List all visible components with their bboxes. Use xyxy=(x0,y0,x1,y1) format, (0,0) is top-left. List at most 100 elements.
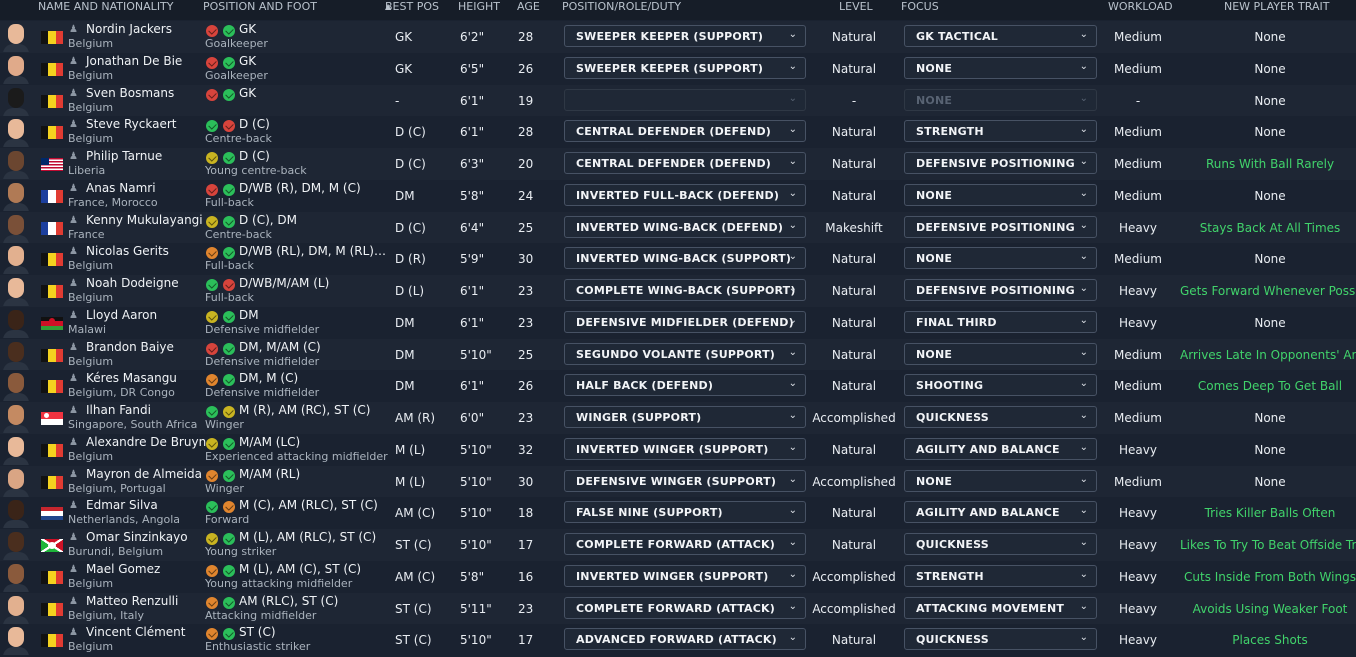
role-duty-dropdown[interactable]: DEFENSIVE MIDFIELDER (DEFEND) ⌄ xyxy=(564,310,806,333)
table-row[interactable]: ♟ Omar Sinzinkayo Burundi, Belgium M (L), A… xyxy=(0,529,1356,561)
col-trait[interactable]: NEW PLAYER TRAIT xyxy=(1224,0,1329,14)
focus-dropdown[interactable]: QUICKNESS ⌄ xyxy=(904,533,1097,555)
role-duty-dropdown[interactable]: FALSE NINE (SUPPORT) ⌄ xyxy=(564,501,806,524)
role-duty-dropdown[interactable]: CENTRAL DEFENDER (DEFEND) ⌄ xyxy=(564,120,806,143)
role-duty-dropdown[interactable]: SWEEPER KEEPER (SUPPORT) ⌄ xyxy=(564,25,806,47)
role-duty-dropdown[interactable]: COMPLETE FORWARD (ATTACK) ⌄ xyxy=(564,533,806,555)
new-player-trait[interactable]: Tries Killer Balls Often xyxy=(1180,506,1356,520)
table-row[interactable]: ♟ Noah Dodeigne Belgium D/WB/M/AM (L) Full-b… xyxy=(0,275,1356,307)
focus-dropdown[interactable]: DEFENSIVE POSITIONING ⌄ xyxy=(904,279,1097,301)
player-name[interactable]: Matteo Renzulli xyxy=(86,594,178,608)
new-player-trait[interactable]: Stays Back At All Times xyxy=(1180,221,1356,235)
role-duty-dropdown[interactable]: COMPLETE WING-BACK (SUPPORT) ⌄ xyxy=(564,279,806,301)
player-name[interactable]: Vincent Clément xyxy=(86,625,185,639)
table-row[interactable]: ♟ Alexandre De Bruyn Belgium M/AM (LC) Exper… xyxy=(0,433,1356,466)
new-player-trait[interactable]: Avoids Using Weaker Foot xyxy=(1180,602,1356,616)
table-row[interactable]: ♟ Kéres Masangu Belgium, DR Congo DM, M (C)… xyxy=(0,370,1356,402)
col-role[interactable]: POSITION/ROLE/DUTY xyxy=(562,0,681,14)
player-name[interactable]: Philip Tarnue xyxy=(86,149,162,163)
new-player-trait[interactable]: Arrives Late In Opponents' Area xyxy=(1180,348,1356,362)
role-duty-dropdown[interactable]: SEGUNDO VOLANTE (SUPPORT) ⌄ xyxy=(564,342,806,365)
player-name[interactable]: Omar Sinzinkayo xyxy=(86,530,188,544)
table-row[interactable]: ♟ Nordin Jackers Belgium GK Goalkeeper GK 6'2"… xyxy=(0,21,1356,53)
table-row[interactable]: ♟ Mael Gomez Belgium M (L), AM (C), ST (C) Y… xyxy=(0,560,1356,593)
table-row[interactable]: ♟ Vincent Clément Belgium ST (C) Enthusiasti… xyxy=(0,624,1356,656)
player-name[interactable]: Kenny Mukulayangi xyxy=(86,213,203,227)
focus-dropdown[interactable]: DEFENSIVE POSITIONING ⌄ xyxy=(904,215,1097,238)
role-duty-dropdown[interactable]: COMPLETE FORWARD (ATTACK) ⌄ xyxy=(564,596,806,619)
table-row[interactable]: ♟ Sven Bosmans Belgium GK - 6'1" 19 ⌄ - NONE ⌄ - Non… xyxy=(0,84,1356,117)
new-player-trait[interactable]: Runs With Ball Rarely xyxy=(1180,157,1356,171)
focus-dropdown[interactable]: NONE ⌄ xyxy=(904,247,1097,270)
focus-dropdown[interactable]: STRENGTH ⌄ xyxy=(904,564,1097,587)
role-duty-dropdown[interactable]: CENTRAL DEFENDER (DEFEND) ⌄ xyxy=(564,152,806,174)
player-name[interactable]: Nordin Jackers xyxy=(86,22,172,36)
col-level[interactable]: LEVEL xyxy=(839,0,873,14)
role-duty-dropdown[interactable]: INVERTED WINGER (SUPPORT) ⌄ xyxy=(564,564,806,587)
role-duty-dropdown[interactable]: WINGER (SUPPORT) ⌄ xyxy=(564,406,806,428)
table-row[interactable]: ♟ Mayron de Almeida Belgium, Portugal M/AM … xyxy=(0,465,1356,498)
table-row[interactable]: ♟ Philip Tarnue Liberia D (C) Young centre-b… xyxy=(0,148,1356,180)
focus-dropdown[interactable]: NONE ⌄ xyxy=(904,342,1097,365)
player-name[interactable]: Nicolas Gerits xyxy=(86,244,169,258)
table-row[interactable]: ♟ Brandon Baiye Belgium DM, M/AM (C) Defensi… xyxy=(0,338,1356,371)
focus-dropdown[interactable]: AGILITY AND BALANCE ⌄ xyxy=(904,501,1097,524)
role-duty-dropdown[interactable]: DEFENSIVE WINGER (SUPPORT) ⌄ xyxy=(564,469,806,492)
role-duty-dropdown[interactable]: HALF BACK (DEFEND) ⌄ xyxy=(564,374,806,397)
focus-dropdown[interactable]: FINAL THIRD ⌄ xyxy=(904,310,1097,333)
table-row[interactable]: ♟ Lloyd Aaron Malawi DM Defensive midfielder… xyxy=(0,306,1356,339)
col-name[interactable]: NAME AND NATIONALITY xyxy=(38,0,174,14)
focus-dropdown[interactable]: NONE ⌄ xyxy=(904,469,1097,492)
left-foot-rating-icon xyxy=(206,469,218,482)
player-name[interactable]: Ilhan Fandi xyxy=(86,403,151,417)
col-height[interactable]: HEIGHT xyxy=(458,0,500,14)
focus-dropdown[interactable]: QUICKNESS ⌄ xyxy=(904,406,1097,428)
table-row[interactable]: ♟ Ilhan Fandi Singapore, South Africa M (R)… xyxy=(0,402,1356,434)
focus-dropdown[interactable]: NONE ⌄ xyxy=(904,183,1097,206)
player-name[interactable]: Alexandre De Bruyn xyxy=(86,435,206,449)
role-duty-dropdown[interactable]: ⌄ xyxy=(564,88,806,111)
role-duty-dropdown[interactable]: INVERTED WING-BACK (DEFEND) ⌄ xyxy=(564,215,806,238)
focus-dropdown[interactable]: ATTACKING MOVEMENT ⌄ xyxy=(904,596,1097,619)
col-workload[interactable]: WORKLOAD xyxy=(1108,0,1173,14)
new-player-trait[interactable]: Cuts Inside From Both Wings xyxy=(1180,570,1356,584)
player-name[interactable]: Sven Bosmans xyxy=(86,86,174,100)
new-player-trait[interactable]: Comes Deep To Get Ball xyxy=(1180,379,1356,393)
focus-dropdown[interactable]: NONE ⌄ xyxy=(904,88,1097,111)
player-name[interactable]: Mael Gomez xyxy=(86,562,160,576)
col-age[interactable]: AGE xyxy=(517,0,540,14)
role-duty-dropdown[interactable]: INVERTED WINGER (SUPPORT) ⌄ xyxy=(564,437,806,460)
role-duty-dropdown[interactable]: INVERTED FULL-BACK (DEFEND) ⌄ xyxy=(564,183,806,206)
focus-dropdown[interactable]: NONE ⌄ xyxy=(904,56,1097,79)
player-name[interactable]: Lloyd Aaron xyxy=(86,308,157,322)
col-position[interactable]: POSITION AND FOOT xyxy=(203,0,317,14)
role-duty-dropdown[interactable]: ADVANCED FORWARD (ATTACK) ⌄ xyxy=(564,628,806,651)
focus-dropdown[interactable]: SHOOTING ⌄ xyxy=(904,374,1097,397)
focus-dropdown[interactable]: DEFENSIVE POSITIONING ⌄ xyxy=(904,152,1097,174)
player-name[interactable]: Jonathan De Bie xyxy=(86,54,182,68)
table-row[interactable]: ♟ Jonathan De Bie Belgium GK Goalkeeper GK 6'5… xyxy=(0,52,1356,85)
focus-dropdown[interactable]: STRENGTH ⌄ xyxy=(904,120,1097,143)
new-player-trait[interactable]: Places Shots xyxy=(1180,633,1356,647)
player-name[interactable]: Mayron de Almeida xyxy=(86,467,202,481)
player-name[interactable]: Noah Dodeigne xyxy=(86,276,179,290)
new-player-trait[interactable]: Likes To Try To Beat Offside Trap xyxy=(1180,538,1356,552)
role-duty-dropdown[interactable]: INVERTED WING-BACK (SUPPORT) ⌄ xyxy=(564,247,806,270)
table-row[interactable]: ♟ Matteo Renzulli Belgium, Italy AM (RLC), … xyxy=(0,592,1356,625)
col-focus[interactable]: FOCUS xyxy=(901,0,939,14)
player-name[interactable]: Edmar Silva xyxy=(86,498,158,512)
player-name[interactable]: Kéres Masangu xyxy=(86,371,177,385)
table-row[interactable]: ♟ Anas Namri France, Morocco D/WB (R), DM, … xyxy=(0,179,1356,212)
focus-dropdown[interactable]: GK TACTICAL ⌄ xyxy=(904,25,1097,47)
table-row[interactable]: ♟ Nicolas Gerits Belgium D/WB (RL), DM, M (… xyxy=(0,243,1356,275)
focus-dropdown[interactable]: AGILITY AND BALANCE ⌄ xyxy=(904,437,1097,460)
table-row[interactable]: ♟ Steve Ryckaert Belgium D (C) Centre-back D … xyxy=(0,116,1356,148)
new-player-trait[interactable]: Gets Forward Whenever Possible xyxy=(1180,284,1356,298)
table-row[interactable]: ♟ Kenny Mukulayangi France D (C), DM Centre-… xyxy=(0,211,1356,244)
player-name[interactable]: Anas Namri xyxy=(86,181,156,195)
table-row[interactable]: ♟ Edmar Silva Netherlands, Angola M (C), AM… xyxy=(0,497,1356,529)
player-name[interactable]: Brandon Baiye xyxy=(86,340,174,354)
focus-dropdown[interactable]: QUICKNESS ⌄ xyxy=(904,628,1097,651)
player-name[interactable]: Steve Ryckaert xyxy=(86,117,177,131)
role-duty-dropdown[interactable]: SWEEPER KEEPER (SUPPORT) ⌄ xyxy=(564,56,806,79)
